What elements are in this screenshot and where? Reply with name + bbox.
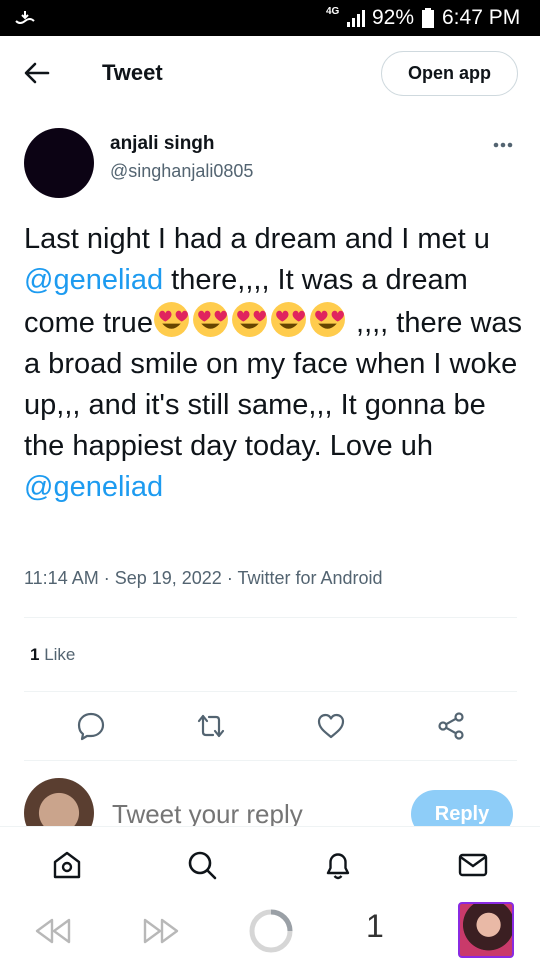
browser-toolbar: 1 (0, 902, 540, 960)
battery-icon (422, 8, 434, 28)
likes-count: 1 (30, 645, 40, 664)
likes-label: Like (44, 645, 76, 664)
browser-back-icon[interactable] (34, 916, 72, 946)
retweet-icon[interactable] (195, 710, 227, 742)
like-icon[interactable] (315, 710, 347, 742)
divider (24, 760, 517, 761)
heart-eyes-emoji-icon (270, 302, 306, 337)
battery-percent: 92% (372, 6, 415, 29)
tweet-meta: 11:14 AM · Sep 19, 2022 · Twitter for An… (24, 568, 383, 589)
tab-count[interactable]: 1 (366, 908, 384, 945)
heart-eyes-emoji-icon (231, 302, 267, 337)
messages-icon[interactable] (457, 849, 489, 881)
profile-thumbnail[interactable] (458, 902, 514, 958)
meta-separator: · (221, 568, 238, 588)
share-icon[interactable] (435, 710, 467, 742)
search-icon[interactable] (186, 849, 218, 881)
bottom-nav (0, 826, 540, 902)
status-bar: 4G 92% 6:47 PM (0, 0, 540, 36)
divider (24, 617, 517, 618)
browser-forward-icon[interactable] (142, 916, 180, 946)
loading-spinner-icon[interactable] (248, 908, 294, 954)
tweet-text: Last night I had a dream and I met u @ge… (24, 219, 524, 508)
tweet-date[interactable]: Sep 19, 2022 (115, 568, 222, 588)
heart-eyes-emoji-icon (309, 302, 345, 337)
mention-link[interactable]: @geneliad (24, 471, 163, 503)
heart-eyes-emoji-icon (192, 302, 228, 337)
tweet-source[interactable]: Twitter for Android (238, 568, 383, 588)
heart-eyes-emoji-icon (153, 302, 189, 337)
author-name[interactable]: anjali singh (110, 133, 215, 155)
clock: 6:47 PM (442, 6, 521, 29)
reply-icon[interactable] (75, 710, 107, 742)
home-icon[interactable] (51, 849, 83, 881)
network-type: 4G (326, 6, 340, 17)
divider (24, 691, 517, 692)
author-handle[interactable]: @singhanjali0805 (110, 161, 253, 182)
likes-summary[interactable]: 1 Like (30, 645, 75, 665)
mention-link[interactable]: @geneliad (24, 264, 163, 296)
emoji-group (153, 302, 348, 339)
author-avatar[interactable] (24, 128, 94, 198)
back-arrow-icon[interactable] (22, 58, 52, 88)
page-title: Tweet (102, 60, 163, 85)
notification-icon (15, 11, 35, 24)
notifications-icon[interactable] (322, 849, 354, 881)
tweet-time[interactable]: 11:14 AM (24, 568, 99, 588)
more-options-icon[interactable] (486, 136, 520, 154)
signal-icon (347, 10, 365, 27)
tweet-text-segment: Last night I had a dream and I met u (24, 223, 490, 255)
meta-separator: · (98, 568, 115, 588)
header: Tweet Open app (0, 36, 540, 112)
open-app-button[interactable]: Open app (381, 51, 518, 96)
